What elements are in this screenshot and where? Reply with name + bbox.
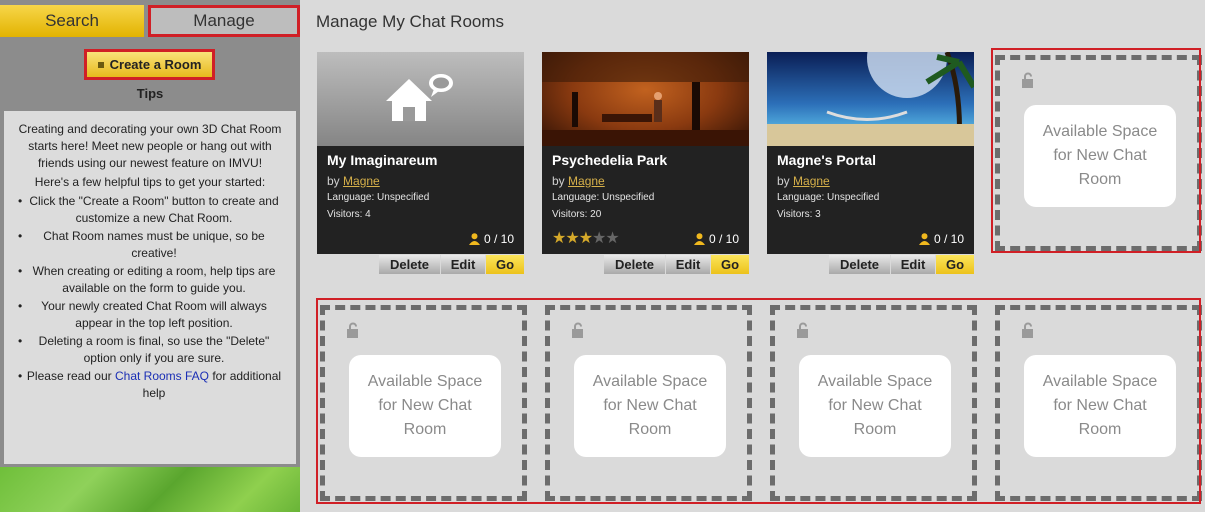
tips-intro: Creating and decorating your own 3D Chat… [18,122,282,170]
user-icon [918,233,930,245]
star-icon: ★ [552,230,566,247]
go-button[interactable]: Go [486,255,524,274]
bullet-icon [97,61,104,68]
tab-search[interactable]: Search [0,5,144,37]
room-owner: by Magne [327,174,380,188]
room-language: Language: Unspecified [552,192,655,203]
available-room-slot[interactable]: Available Space for New Chat Room [995,55,1202,251]
tab-manage[interactable]: Manage [148,5,300,37]
room-rating: ★★★★★ [552,228,620,248]
sidebar: Search Manage Create a Room Tips Creatin… [0,0,300,512]
available-space-label: Available Space for New Chat Room [799,355,951,457]
go-button[interactable]: Go [711,255,749,274]
room-card: Psychedelia Park by Magne Language: Unsp… [542,52,749,274]
capacity-value: 0 / 10 [708,232,739,246]
unlock-icon [1022,322,1033,338]
tip-item: Chat Room names must be unique, so be cr… [12,228,288,262]
user-icon [468,233,480,245]
owner-link[interactable]: Magne [568,174,605,188]
star-icon: ★ [565,230,579,247]
faq-prefix: Please read our [26,369,115,383]
star-icon: ★ [605,230,619,247]
room-visitors: Visitors: 3 [777,209,821,220]
create-room-button[interactable]: Create a Room [84,49,215,80]
room-thumbnail[interactable] [317,52,524,146]
edit-button[interactable]: Edit [441,255,485,274]
room-actions: Delete Edit Go [542,255,749,274]
tip-item: When creating or editing a room, help ti… [12,263,288,297]
owner-link[interactable]: Magne [343,174,380,188]
go-button[interactable]: Go [936,255,974,274]
available-space-label: Available Space for New Chat Room [349,355,501,457]
room-body: Magne's Portal by Magne Language: Unspec… [767,52,974,254]
room-card: Magne's Portal by Magne Language: Unspec… [767,52,974,274]
room-visitors: Visitors: 4 [327,209,371,220]
delete-button[interactable]: Delete [379,255,440,274]
available-space-label: Available Space for New Chat Room [574,355,726,457]
edit-button[interactable]: Edit [666,255,710,274]
room-visitors: Visitors: 20 [552,209,602,220]
tip-item: Deleting a room is final, so use the "De… [12,333,288,367]
room-owner: by Magne [552,174,605,188]
by-label: by [552,174,565,188]
room-card: My Imaginareum by Magne Language: Unspec… [317,52,524,274]
unlock-icon [347,322,358,338]
capacity-value: 0 / 10 [483,232,514,246]
by-label: by [777,174,790,188]
room-name[interactable]: Psychedelia Park [552,152,667,168]
room-body: Psychedelia Park by Magne Language: Unsp… [542,52,749,254]
tip-item: Your newly created Chat Room will always… [12,298,288,332]
room-capacity: 0 / 10 [918,232,964,246]
capacity-value: 0 / 10 [933,232,964,246]
unlock-icon [797,322,808,338]
available-room-slot[interactable]: Available Space for New Chat Room [545,305,752,501]
delete-button[interactable]: Delete [829,255,890,274]
grass-background [0,467,300,512]
page-title: Manage My Chat Rooms [316,12,505,31]
available-room-slot[interactable]: Available Space for New Chat Room [770,305,977,501]
room-language: Language: Unspecified [777,192,880,203]
available-room-slot[interactable]: Available Space for New Chat Room [320,305,527,501]
home-chat-icon [385,74,453,121]
edit-button[interactable]: Edit [891,255,935,274]
tips-panel: Creating and decorating your own 3D Chat… [4,111,296,464]
room-name[interactable]: Magne's Portal [777,152,876,168]
room-thumbnail[interactable] [767,52,974,146]
chat-rooms-faq-link[interactable]: Chat Rooms FAQ [115,369,209,383]
unlock-icon [572,322,583,338]
star-icon: ★ [592,230,606,247]
available-space-label: Available Space for New Chat Room [1024,355,1176,457]
create-room-label: Create a Room [109,57,202,72]
user-icon [693,233,705,245]
star-icon: ★ [578,230,593,247]
tips-list: Click the "Create a Room" button to crea… [12,193,288,402]
room-thumbnail[interactable] [542,52,749,146]
portal-scene-image [767,52,974,146]
room-body: My Imaginareum by Magne Language: Unspec… [317,52,524,254]
room-language: Language: Unspecified [327,192,430,203]
room-capacity: 0 / 10 [693,232,739,246]
owner-link[interactable]: Magne [793,174,830,188]
room-name[interactable]: My Imaginareum [327,152,437,168]
tips-lead: Here's a few helpful tips to get your st… [34,175,266,189]
tip-item: Click the "Create a Room" button to crea… [12,193,288,227]
room-capacity: 0 / 10 [468,232,514,246]
tips-heading: Tips [136,86,164,101]
tip-item-faq: Please read our Chat Rooms FAQ for addit… [12,368,288,402]
room-owner: by Magne [777,174,830,188]
room-actions: Delete Edit Go [767,255,974,274]
unlock-icon [1022,72,1033,88]
delete-button[interactable]: Delete [604,255,665,274]
by-label: by [327,174,340,188]
available-space-label: Available Space for New Chat Room [1024,105,1176,207]
room-actions: Delete Edit Go [317,255,524,274]
available-room-slot[interactable]: Available Space for New Chat Room [995,305,1202,501]
park-scene-image [542,52,749,146]
